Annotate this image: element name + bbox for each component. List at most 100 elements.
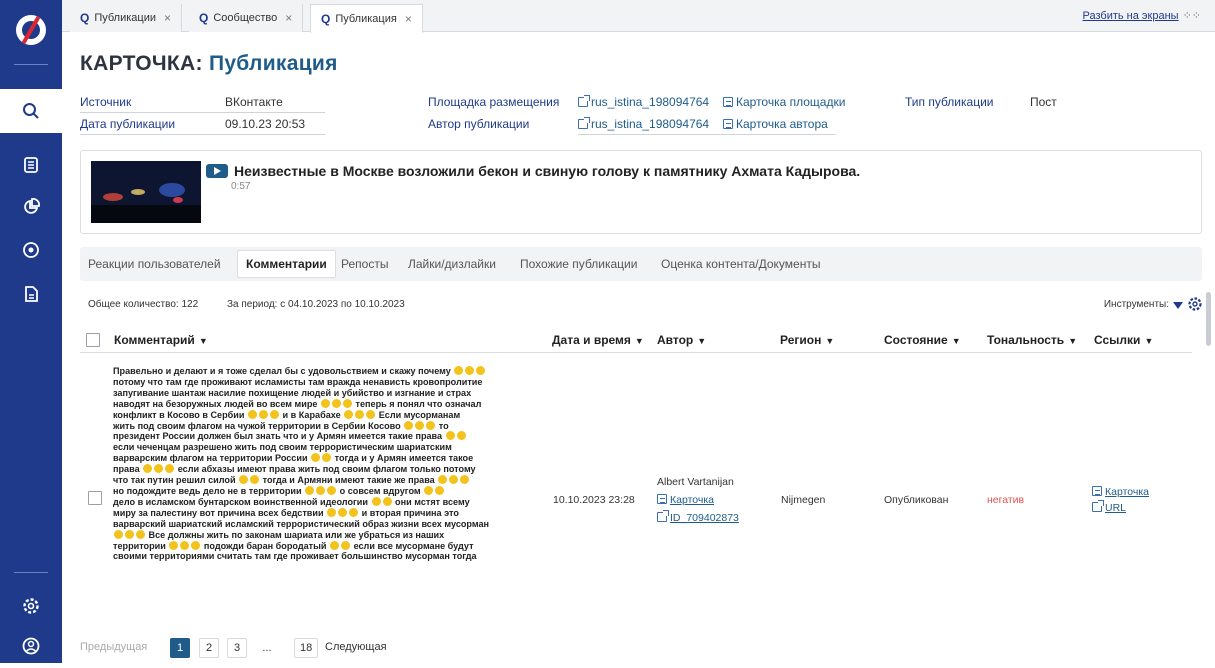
col-label: Ссылки	[1094, 333, 1141, 347]
author-id-text: ID_709402873	[670, 512, 739, 524]
pie-chart-icon	[24, 198, 40, 214]
chevron-down-icon: ▼	[634, 336, 644, 346]
tab-reposts[interactable]: Репосты	[341, 247, 388, 281]
title-value: Публикация	[208, 52, 338, 75]
source-field: Источник ВКонтакте	[80, 95, 325, 113]
scrollbar[interactable]	[1206, 292, 1211, 346]
author-link-text: rus_istina_198094764	[591, 117, 710, 131]
tab-label: Лайки/дизлайки	[408, 257, 496, 271]
section-tabs: Реакции пользователей Комментарии Репост…	[80, 247, 1202, 281]
row-region: Nijmegen	[781, 494, 826, 506]
page-button[interactable]: 1	[170, 638, 190, 658]
row-author-card[interactable]: Карточка	[657, 494, 714, 506]
tab-label: Реакции пользователей	[88, 257, 221, 271]
col-state[interactable]: Состояние ▼	[884, 333, 961, 347]
chevron-down-icon[interactable]	[1173, 302, 1183, 309]
app-logo[interactable]	[0, 0, 62, 60]
tab-comments[interactable]: Комментарии	[237, 250, 336, 278]
page-title: КАРТОЧКА: Публикация	[80, 52, 338, 76]
split-screens-link[interactable]: Разбить на экраны ⁘⁘	[1083, 9, 1201, 22]
chevron-down-icon: ▼	[697, 336, 707, 346]
col-author[interactable]: Автор ▼	[657, 333, 706, 347]
card-icon	[723, 119, 733, 129]
col-comment[interactable]: Комментарий ▼	[114, 333, 208, 347]
tab-similar[interactable]: Похожие публикации	[520, 247, 637, 281]
external-link-icon	[578, 95, 590, 107]
tab-likes[interactable]: Лайки/дизлайки	[408, 247, 496, 281]
page-button[interactable]: 2	[199, 638, 219, 658]
close-icon[interactable]: ×	[164, 11, 171, 25]
rail-profile-button[interactable]	[0, 624, 62, 668]
video-card: Неизвестные в Москве возложили бекон и с…	[80, 150, 1202, 234]
rail-reports-button[interactable]	[0, 272, 62, 316]
platform-link[interactable]: rus_istina_198094764	[578, 95, 709, 109]
title-prefix: КАРТОЧКА:	[80, 52, 203, 75]
tab-label: Репосты	[341, 257, 389, 271]
search-icon: Q	[199, 11, 209, 25]
tab-label: Комментарии	[246, 257, 327, 271]
gear-icon	[23, 598, 39, 614]
rail-analytics-button[interactable]	[0, 185, 62, 229]
rail-documents-button[interactable]	[0, 143, 62, 187]
prev-page-button[interactable]: Предыдущая	[80, 641, 147, 653]
col-datetime[interactable]: Дата и время ▼	[552, 333, 644, 347]
rail-settings-button[interactable]	[0, 584, 62, 628]
rail-monitoring-button[interactable]	[0, 228, 62, 272]
play-icon[interactable]	[206, 164, 228, 178]
row-author-id[interactable]: ID_709402873	[657, 510, 739, 524]
next-page-button[interactable]: Следующая	[325, 641, 387, 653]
report-icon	[25, 286, 38, 302]
tab-strip: Q Публикации × Q Сообщество × Q Публикац…	[62, 0, 1215, 33]
tab-label: Похожие публикации	[520, 257, 638, 271]
type-label: Тип публикации	[905, 95, 994, 109]
row-tone-badge: негатив	[987, 494, 1025, 506]
rail-search-button[interactable]	[0, 89, 62, 133]
row-link-url[interactable]: URL	[1092, 500, 1126, 514]
type-value-text: Пост	[1030, 95, 1057, 109]
tab-content-rating[interactable]: Оценка контента/Документы	[661, 247, 820, 281]
card-icon	[1092, 486, 1102, 496]
platform-link-text: rus_istina_198094764	[591, 95, 710, 109]
split-label: Разбить на экраны	[1082, 10, 1179, 22]
close-icon[interactable]: ×	[285, 11, 292, 25]
col-label: Тональность	[987, 333, 1065, 347]
row-checkbox[interactable]	[88, 491, 102, 505]
col-tone[interactable]: Тональность ▼	[987, 333, 1077, 347]
chevron-down-icon: ▼	[1144, 336, 1154, 346]
tools-label[interactable]: Инструменты:	[1104, 299, 1169, 310]
external-link-icon	[578, 117, 590, 129]
author-card-link[interactable]: Карточка автора	[736, 117, 828, 131]
tab-label: Публикации	[94, 12, 157, 24]
link-card-text: Карточка	[1105, 486, 1149, 498]
search-icon: Q	[80, 11, 90, 25]
rail-divider	[14, 64, 48, 65]
tab-community[interactable]: Q Сообщество ×	[189, 4, 304, 32]
platform-card-link[interactable]: Карточка площадки	[723, 95, 845, 109]
external-link-icon	[657, 510, 669, 522]
tab-user-reactions[interactable]: Реакции пользователей	[88, 247, 221, 281]
video-thumbnail[interactable]	[91, 161, 201, 223]
type-field: Тип публикации	[905, 95, 993, 109]
external-link-icon	[1092, 500, 1104, 512]
platform-card-text: Карточка площадки	[736, 95, 846, 109]
row-link-card[interactable]: Карточка	[1092, 486, 1149, 498]
tab-publication-active[interactable]: Q Публикация ×	[310, 4, 423, 33]
period-range: За период: с 04.10.2023 по 10.10.2023	[227, 299, 405, 310]
page-button[interactable]: 3	[227, 638, 247, 658]
col-label: Состояние	[884, 333, 948, 347]
chevron-down-icon: ▼	[1068, 336, 1078, 346]
page-button[interactable]: 18	[294, 638, 319, 658]
search-icon	[23, 103, 39, 119]
chevron-down-icon: ▼	[198, 336, 208, 346]
tab-label: Сообщество	[213, 12, 278, 24]
left-rail	[0, 0, 62, 663]
gear-icon[interactable]	[1187, 296, 1203, 312]
select-all-checkbox[interactable]	[86, 333, 100, 347]
author-link[interactable]: rus_istina_198094764 Карточка автора	[578, 117, 836, 135]
tab-publications[interactable]: Q Публикации ×	[70, 4, 183, 32]
col-links[interactable]: Ссылки ▼	[1094, 333, 1153, 347]
platform-label: Площадка размещения	[428, 95, 560, 109]
col-label: Регион	[780, 333, 822, 347]
close-icon[interactable]: ×	[405, 12, 412, 26]
col-region[interactable]: Регион ▼	[780, 333, 834, 347]
